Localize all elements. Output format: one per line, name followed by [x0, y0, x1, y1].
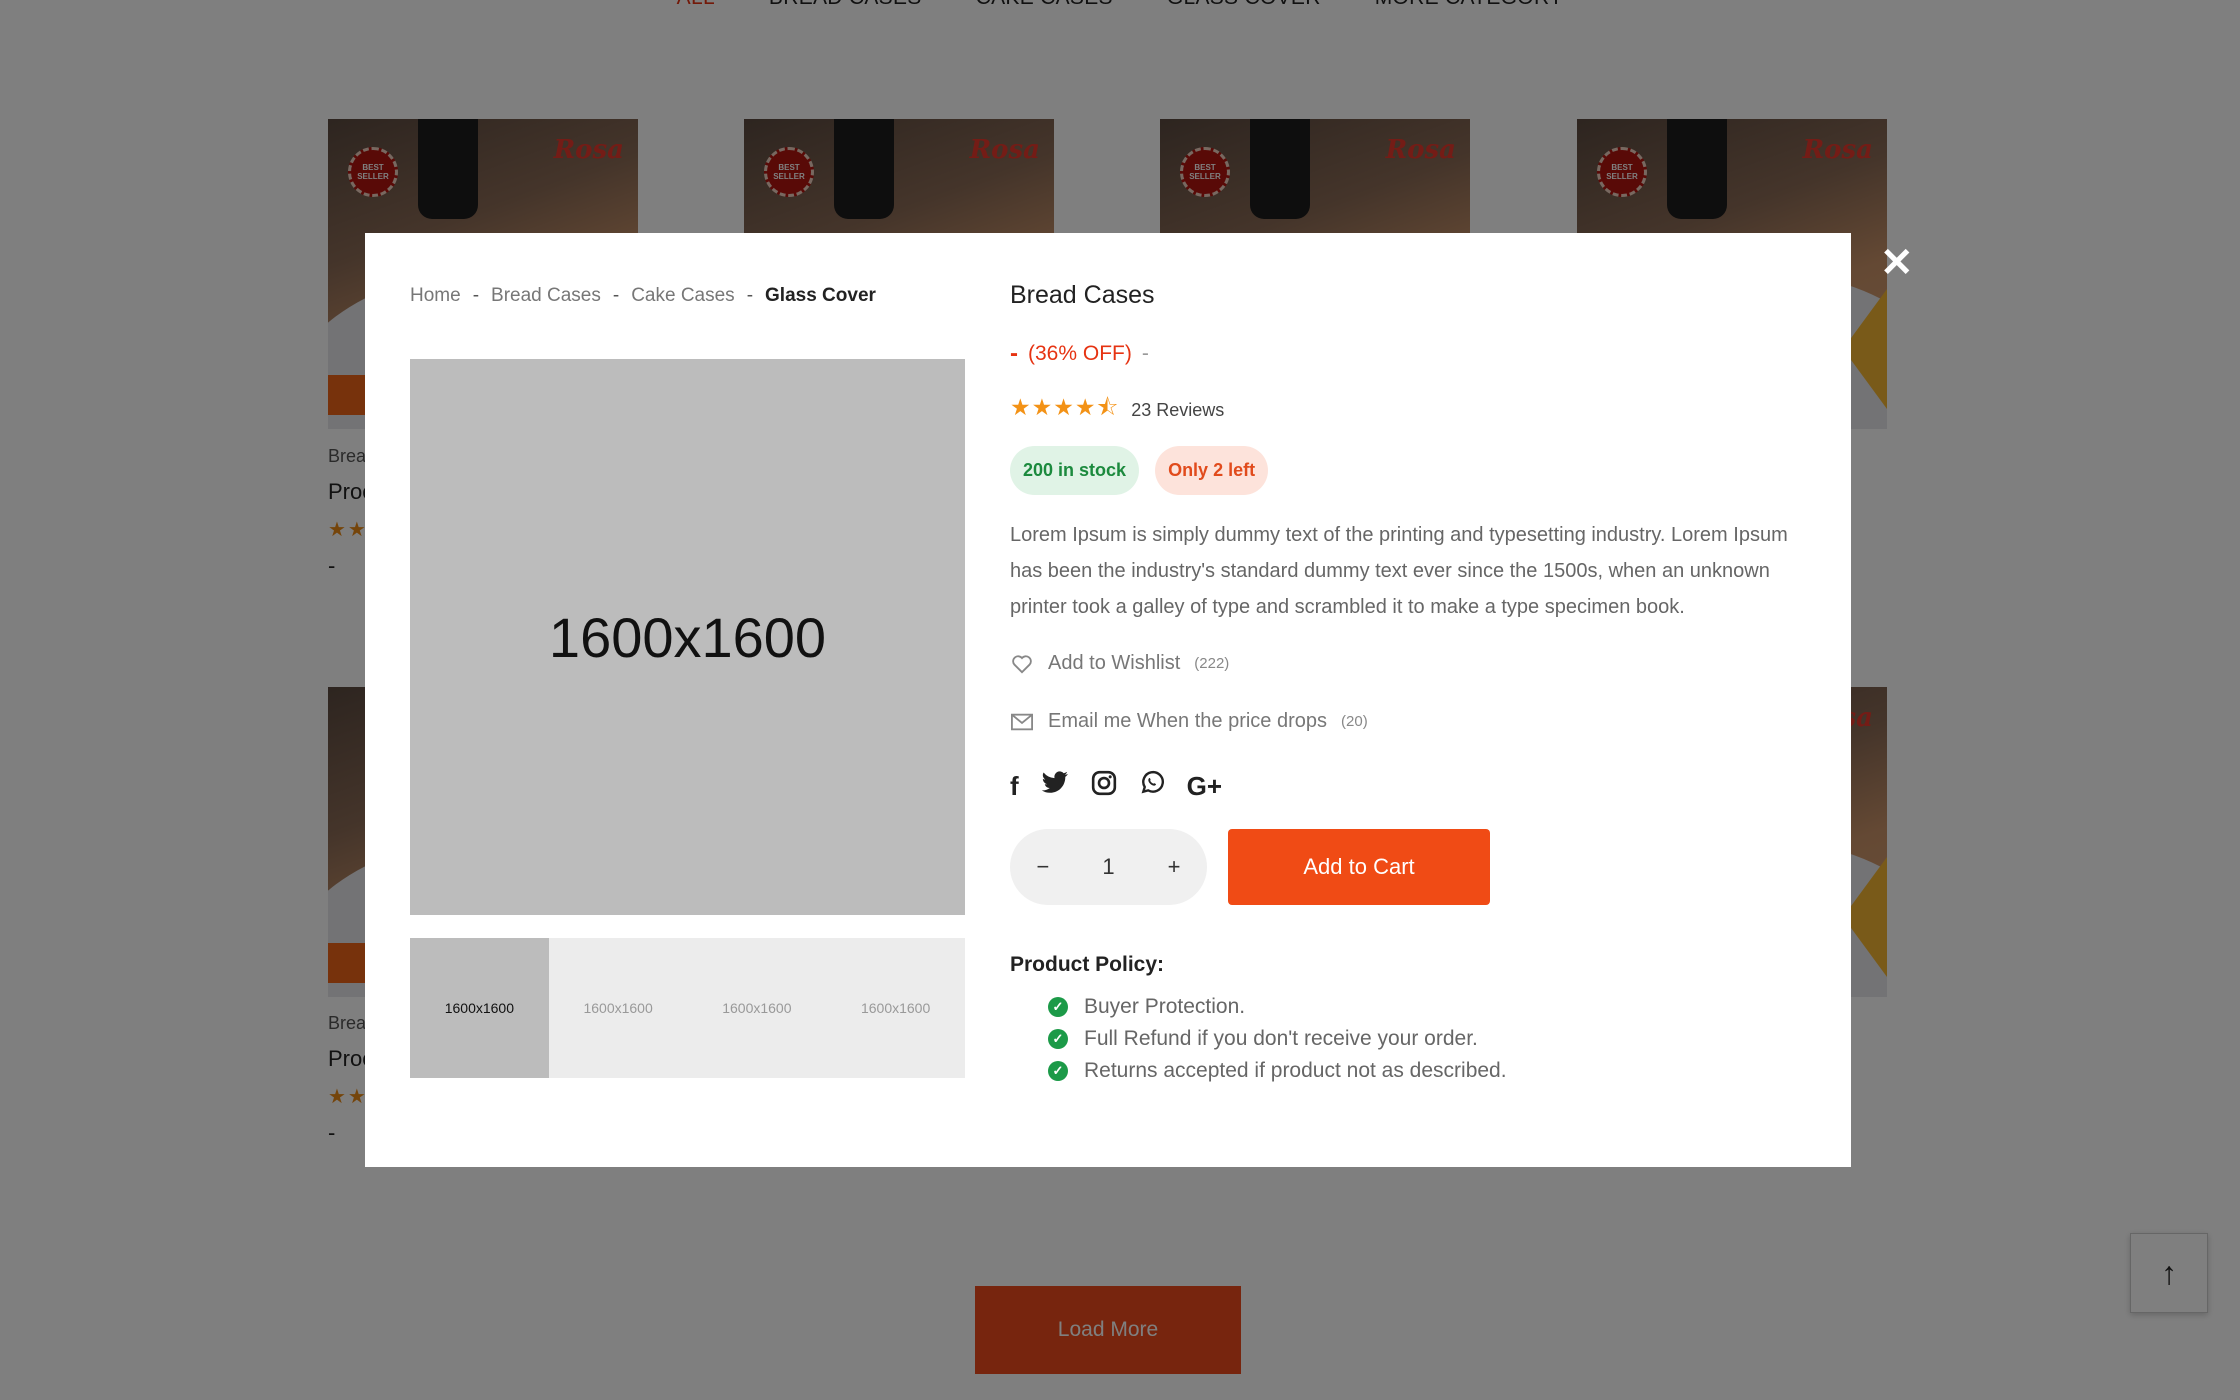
thumbnail[interactable]: 1600x1600	[410, 938, 549, 1078]
low-stock-badge: Only 2 left	[1155, 446, 1269, 495]
product-title: Bread Cases	[1010, 281, 1155, 309]
close-icon[interactable]: ✕	[1880, 243, 1914, 283]
email-price-drop-link[interactable]: Email me When the price drops (20)	[1010, 710, 1368, 733]
twitter-icon[interactable]	[1041, 771, 1069, 802]
breadcrumb: Home - Bread Cases - Cake Cases - Glass …	[410, 285, 876, 307]
policy-item: ✓ Returns accepted if product not as desc…	[1048, 1055, 1507, 1087]
policy-list: ✓ Buyer Protection. ✓ Full Refund if you d…	[1048, 991, 1507, 1087]
stock-badge: 200 in stock	[1010, 446, 1140, 495]
product-description: Lorem Ipsum is simply dummy text of the …	[1010, 524, 1788, 618]
policy-item: ✓ Buyer Protection.	[1048, 991, 1507, 1023]
instagram-icon[interactable]	[1091, 770, 1117, 803]
policy-text: Returns accepted if product not as descr…	[1084, 1059, 1507, 1082]
wishlist-count: (222)	[1194, 655, 1230, 672]
social-share: f G+	[1010, 770, 1222, 803]
quick-view-modal: Home - Bread Cases - Cake Cases - Glass …	[365, 233, 1851, 1167]
discount-label: (36% OFF)	[1028, 342, 1132, 365]
reviews-count[interactable]: 23 Reviews	[1131, 400, 1224, 421]
email-label: Email me When the price drops	[1048, 710, 1328, 732]
increase-qty-button[interactable]: +	[1168, 854, 1181, 880]
facebook-icon[interactable]: f	[1010, 771, 1019, 802]
decrease-qty-button[interactable]: −	[1037, 854, 1050, 880]
whatsapp-icon[interactable]	[1139, 770, 1165, 803]
policy-text: Buyer Protection.	[1084, 995, 1246, 1018]
price-row: - (36% OFF) -	[1010, 340, 1149, 368]
policy-heading: Product Policy:	[1010, 953, 1165, 976]
breadcrumb-current: Glass Cover	[765, 285, 876, 306]
thumbnail[interactable]: 1600x1600	[826, 938, 965, 1078]
old-price: -	[1141, 342, 1149, 365]
google-plus-icon[interactable]: G+	[1187, 771, 1222, 802]
breadcrumb-separator: -	[472, 285, 480, 306]
check-icon: ✓	[1048, 1029, 1068, 1049]
thumbnail[interactable]: 1600x1600	[548, 938, 688, 1078]
price-value: -	[1010, 340, 1018, 367]
thumbnail-strip: 1600x1600 1600x1600 1600x1600 1600x1600	[410, 938, 965, 1078]
main-product-image: 1600x1600	[410, 359, 965, 915]
add-to-cart-button[interactable]: Add to Cart	[1228, 829, 1490, 905]
check-icon: ✓	[1048, 1061, 1068, 1081]
add-to-wishlist-link[interactable]: Add to Wishlist (222)	[1010, 652, 1229, 675]
heart-icon	[1010, 654, 1034, 674]
breadcrumb-cake-cases[interactable]: Cake Cases	[631, 285, 735, 307]
check-icon: ✓	[1048, 997, 1068, 1017]
star-rating-icon: ★★★★⯪	[1010, 394, 1120, 420]
breadcrumb-bread-cases[interactable]: Bread Cases	[491, 285, 601, 307]
policy-item: ✓ Full Refund if you don't receive your o…	[1048, 1023, 1507, 1055]
quantity-stepper: − 1 +	[1010, 829, 1207, 905]
policy-text: Full Refund if you don't receive your or…	[1084, 1027, 1478, 1050]
thumbnail[interactable]: 1600x1600	[687, 938, 827, 1078]
stock-badges: 200 in stock Only 2 left	[1010, 446, 1269, 495]
wishlist-label: Add to Wishlist	[1048, 652, 1181, 674]
rating-row: ★★★★⯪ 23 Reviews	[1010, 391, 1224, 430]
envelope-icon	[1010, 713, 1034, 731]
quantity-value[interactable]: 1	[1102, 854, 1114, 880]
breadcrumb-separator: -	[612, 285, 620, 306]
breadcrumb-home[interactable]: Home	[410, 285, 461, 307]
email-count: (20)	[1341, 713, 1368, 730]
breadcrumb-separator: -	[746, 285, 754, 306]
